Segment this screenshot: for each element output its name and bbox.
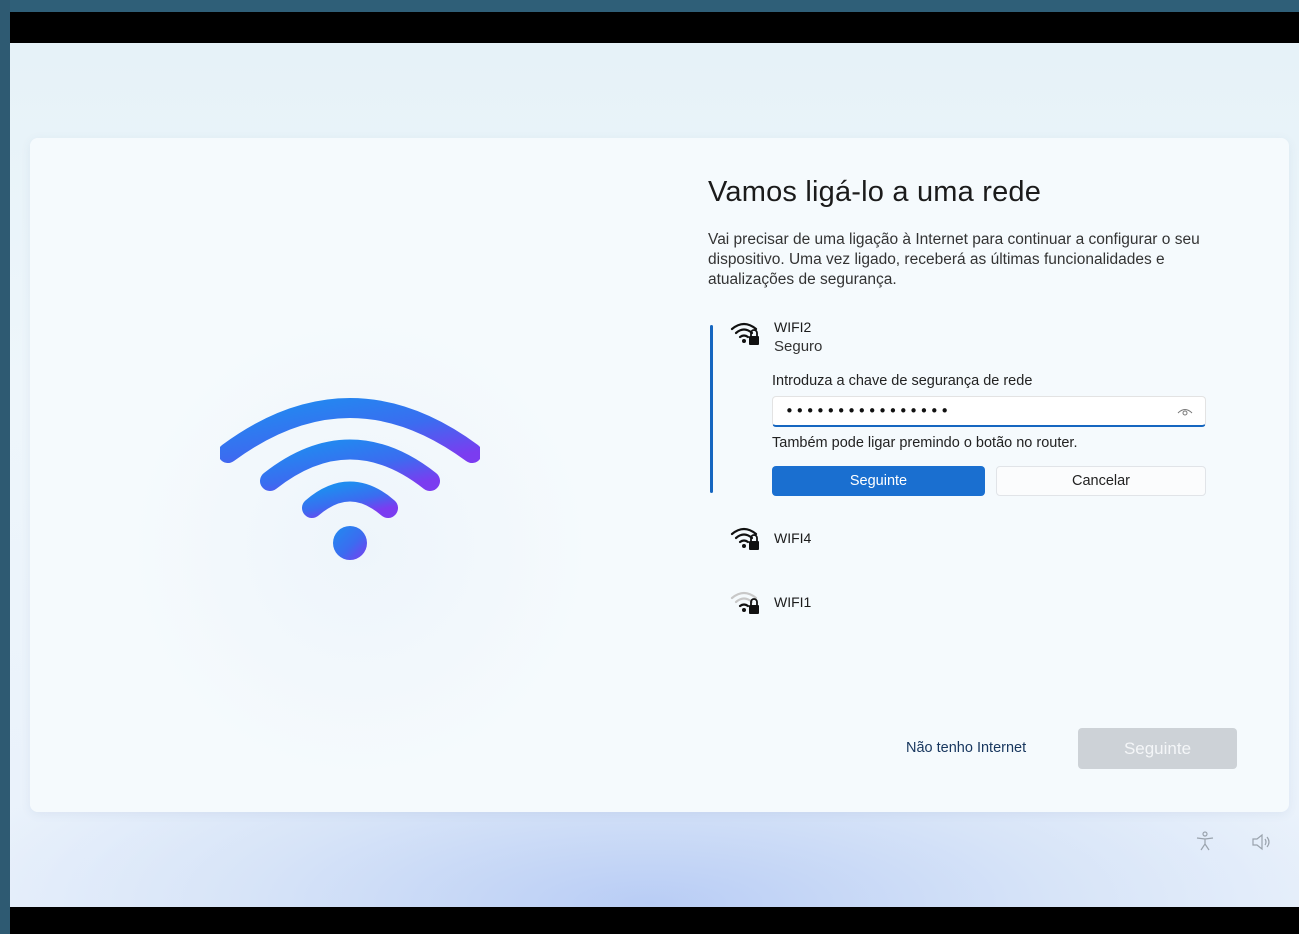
no-internet-link[interactable]: Não tenho Internet [906, 740, 1026, 756]
router-button-hint: Também pode ligar premindo o botão no ro… [772, 435, 1078, 451]
page-description: Vai precisar de uma ligação à Internet p… [708, 231, 1200, 288]
cancel-button[interactable]: Cancelar [996, 466, 1206, 496]
volume-icon[interactable] [1250, 831, 1272, 853]
selected-network-indicator [710, 325, 713, 493]
wifi-icon [220, 398, 480, 560]
accessibility-icon[interactable] [1194, 830, 1216, 852]
network-status: Seguro [774, 338, 823, 355]
wifi-secured-icon [730, 527, 759, 550]
illustration-panel [30, 138, 680, 812]
connect-next-button[interactable]: Seguinte [772, 466, 985, 496]
next-button[interactable]: Seguinte [1078, 728, 1237, 769]
security-key-label: Introduza a chave de segurança de rede [772, 373, 1033, 389]
oobe-screen: Vamos ligá-lo a uma rede Vai precisar de… [10, 43, 1299, 907]
reveal-password-icon[interactable] [1177, 406, 1193, 418]
window-top-strip [0, 0, 1299, 12]
wifi-secured-icon[interactable] [730, 319, 764, 347]
network-name-wifi1: WIFI1 [774, 594, 812, 610]
network-name-wifi4: WIFI4 [774, 530, 812, 546]
network-name-wifi2[interactable]: WIFI2 [774, 319, 811, 335]
security-key-value: •••••••••••••••• [785, 402, 951, 420]
wifi-secured-weak-icon [730, 591, 759, 614]
setup-card: Vamos ligá-lo a uma rede Vai precisar de… [30, 138, 1289, 812]
window-left-edge [0, 0, 10, 934]
letterbox-bottom [10, 907, 1299, 934]
letterbox-top [10, 12, 1299, 43]
page-title: Vamos ligá-lo a uma rede [708, 176, 1042, 208]
security-key-input[interactable]: •••••••••••••••• [772, 396, 1206, 427]
